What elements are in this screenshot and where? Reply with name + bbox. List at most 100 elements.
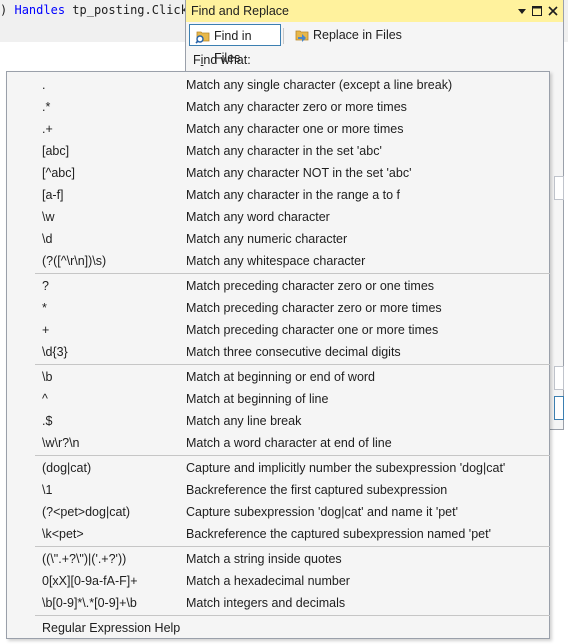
regex-pattern: . xyxy=(42,78,46,92)
regex-builder-menu: . Match any single character (except a li… xyxy=(6,71,550,639)
regex-pattern: \w\r?\n xyxy=(42,436,80,450)
replace-in-files-icon xyxy=(295,30,309,42)
menu-item[interactable]: ((\".+?\")|('.+?')) Match a string inside… xyxy=(8,548,548,570)
find-what-prefix: F xyxy=(193,53,201,67)
menu-item[interactable]: ^ Match at beginning of line xyxy=(8,388,548,410)
menu-item[interactable]: \w\r?\n Match a word character at end of … xyxy=(8,432,548,454)
regex-description: Match integers and decimals xyxy=(186,596,346,610)
regex-description: Capture and implicitly number the subexp… xyxy=(186,461,506,475)
regex-pattern: 0[xX][0-9a-fA-F]+ xyxy=(42,574,138,588)
dropdown-icon[interactable] xyxy=(515,3,529,19)
code-prefix: ) xyxy=(0,3,8,17)
regex-pattern: \1 xyxy=(42,483,53,497)
regex-pattern: \w xyxy=(42,210,55,224)
menu-item[interactable]: \w Match any word character xyxy=(8,206,548,228)
regex-description: Match any character zero or more times xyxy=(186,100,407,114)
menu-item[interactable]: ? Match preceding character zero or one t… xyxy=(8,275,548,297)
menu-item[interactable]: [a-f] Match any character in the range a … xyxy=(8,184,548,206)
regex-description: Match a word character at end of line xyxy=(186,436,392,450)
code-keyword: Handles xyxy=(14,3,66,17)
menu-item[interactable]: \b Match at beginning or end of word xyxy=(8,366,548,388)
regex-description: Match any single character (except a lin… xyxy=(186,78,453,92)
menu-item[interactable]: \k<pet> Backreference the captured subexp… xyxy=(8,523,548,545)
regex-pattern: ((\".+?\")|('.+?')) xyxy=(42,552,127,566)
regex-description: Match any character NOT in the set 'abc' xyxy=(186,166,412,180)
tab-separator xyxy=(283,28,284,44)
regex-description: Match preceding character one or more ti… xyxy=(186,323,439,337)
regex-pattern: \b[0-9]*\.*[0-9]+\b xyxy=(42,596,137,610)
code-line: ) Handles tp_posting.Click xyxy=(0,3,188,19)
menu-separator xyxy=(35,546,550,547)
close-icon[interactable] xyxy=(546,3,560,19)
menu-item[interactable]: \d Match any numeric character xyxy=(8,228,548,250)
menu-item[interactable]: [abc] Match any character in the set 'abc… xyxy=(8,140,548,162)
regex-description: Backreference the captured subexpression… xyxy=(186,527,491,541)
menu-item[interactable]: 0[xX][0-9a-fA-F]+ Match a hexadecimal num… xyxy=(8,570,548,592)
hidden-button-edge xyxy=(554,396,564,420)
regex-description: Match preceding character zero or one ti… xyxy=(186,279,435,293)
regex-pattern: [^abc] xyxy=(42,166,75,180)
regex-pattern: ^ xyxy=(42,392,48,406)
regex-description: Match preceding character zero or more t… xyxy=(186,301,442,315)
regex-pattern: .+ xyxy=(42,122,53,136)
find-tabs-bar: Find in Files Replace in Files xyxy=(186,22,563,65)
menu-item[interactable]: .$ Match any line break xyxy=(8,410,548,432)
regex-pattern: .* xyxy=(42,100,51,114)
menu-item[interactable]: * Match preceding character zero or more … xyxy=(8,297,548,319)
menu-item[interactable]: (dog|cat) Capture and implicitly number t… xyxy=(8,457,548,479)
menu-item[interactable]: . Match any single character (except a li… xyxy=(8,74,548,96)
regex-description: Match at beginning of line xyxy=(186,392,329,406)
menu-item[interactable]: \1 Backreference the first captured subex… xyxy=(8,479,548,501)
menu-item[interactable]: (?<pet>dog|cat) Capture subexpression 'do… xyxy=(8,501,548,523)
regex-description: Backreference the first captured subexpr… xyxy=(186,483,448,497)
maximize-icon[interactable] xyxy=(530,3,544,19)
find-window-title: Find and Replace xyxy=(191,4,289,18)
menu-item[interactable]: \b[0-9]*\.*[0-9]+\b Match integers and de… xyxy=(8,592,548,614)
regex-description: Match any character in the set 'abc' xyxy=(186,144,382,158)
menu-separator xyxy=(35,273,550,274)
regex-pattern: + xyxy=(42,323,50,337)
tab-replace-in-files-label: Replace in Files xyxy=(313,28,402,42)
regex-pattern: .$ xyxy=(42,414,53,428)
menu-item[interactable]: [^abc] Match any character NOT in the set… xyxy=(8,162,548,184)
menu-item[interactable]: .* Match any character zero or more times xyxy=(8,96,548,118)
regex-help-item[interactable]: Regular Expression Help xyxy=(8,617,548,639)
regex-pattern: \d xyxy=(42,232,53,246)
regex-pattern: [a-f] xyxy=(42,188,64,202)
menu-item[interactable]: \d{3} Match three consecutive decimal dig… xyxy=(8,341,548,363)
find-what-label: Find what: xyxy=(193,53,251,67)
regex-pattern: \d{3} xyxy=(42,345,68,359)
menu-separator xyxy=(35,364,550,365)
regex-pattern: [abc] xyxy=(42,144,70,158)
menu-item[interactable]: + Match preceding character one or more t… xyxy=(8,319,548,341)
regex-description: Match any line break xyxy=(186,414,302,428)
regex-description: Match at beginning or end of word xyxy=(186,370,376,384)
regex-description: Match three consecutive decimal digits xyxy=(186,345,401,359)
tab-find-in-files[interactable]: Find in Files xyxy=(189,24,281,65)
regex-description: Match a hexadecimal number xyxy=(186,574,350,588)
find-window-titlebar[interactable]: Find and Replace xyxy=(186,0,563,22)
find-in-files-icon xyxy=(195,31,210,44)
regex-pattern: (?([^\r\n])\s) xyxy=(42,254,107,268)
regex-help-label: Regular Expression Help xyxy=(42,621,181,635)
menu-separator xyxy=(35,455,550,456)
regex-pattern: \b xyxy=(42,370,53,384)
regex-description: Match a string inside quotes xyxy=(186,552,342,566)
regex-pattern: (dog|cat) xyxy=(42,461,92,475)
regex-description: Match any character one or more times xyxy=(186,122,404,136)
menu-separator xyxy=(35,615,550,616)
regex-pattern: ? xyxy=(42,279,49,293)
find-what-suffix: nd what: xyxy=(203,53,251,67)
hidden-field-edge xyxy=(554,176,564,200)
menu-item[interactable]: (?([^\r\n])\s) Match any whitespace chara… xyxy=(8,250,548,272)
regex-pattern: \k<pet> xyxy=(42,527,84,541)
regex-description: Match any whitespace character xyxy=(186,254,366,268)
hidden-field-edge-2 xyxy=(554,366,564,390)
regex-pattern: * xyxy=(42,301,47,315)
tab-replace-in-files[interactable]: Replace in Files xyxy=(289,24,409,46)
regex-description: Capture subexpression 'dog|cat' and name… xyxy=(186,505,458,519)
regex-description: Match any word character xyxy=(186,210,330,224)
regex-description: Match any character in the range a to f xyxy=(186,188,401,202)
menu-item[interactable]: .+ Match any character one or more times xyxy=(8,118,548,140)
code-text: tp_posting.Click xyxy=(72,3,188,17)
